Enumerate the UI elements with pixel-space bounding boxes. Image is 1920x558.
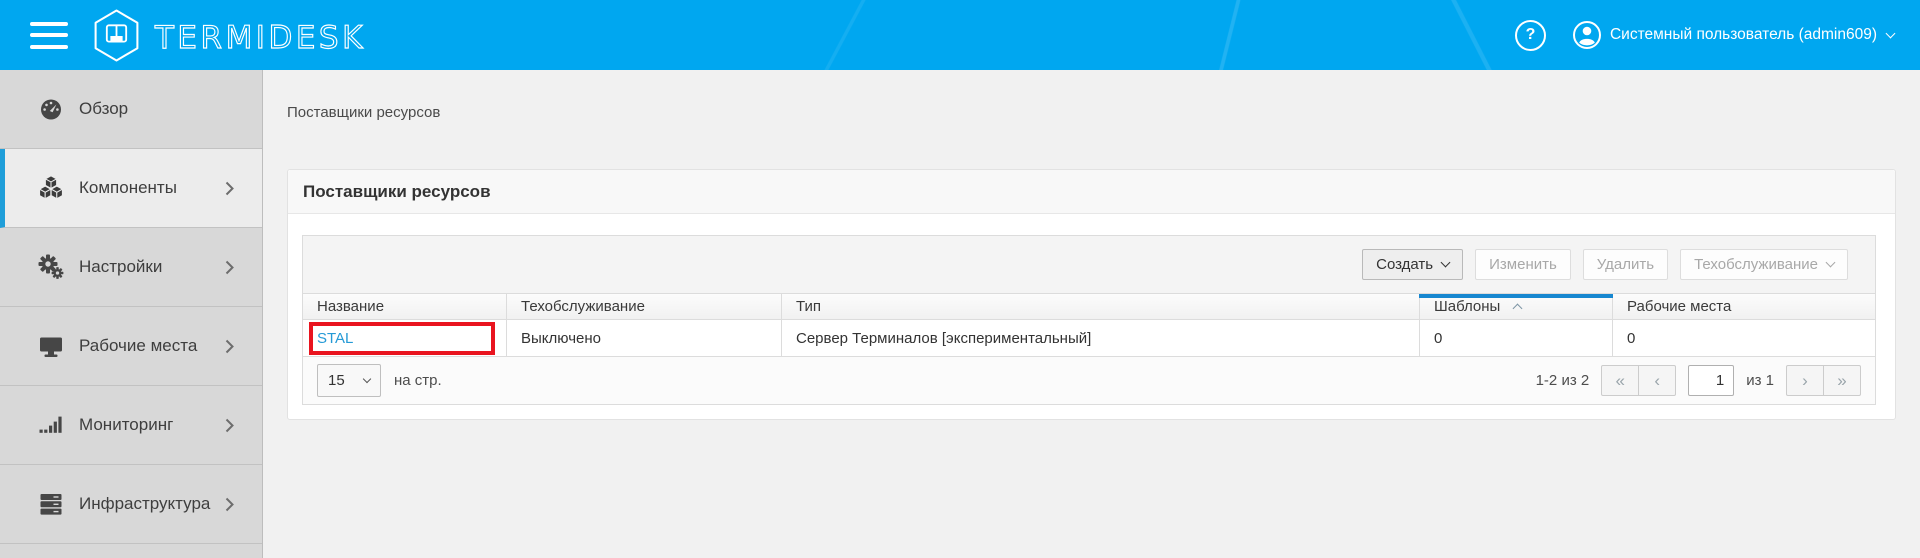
- gears-icon: [37, 254, 64, 280]
- cell-templates: 0: [1420, 320, 1613, 357]
- chevron-right-icon: [225, 181, 234, 196]
- chevron-down-icon: [1886, 28, 1896, 38]
- per-page-label: на стр.: [394, 372, 442, 389]
- menu-icon[interactable]: [30, 22, 68, 49]
- chevron-right-icon: [225, 339, 234, 354]
- help-glyph: ?: [1526, 26, 1536, 44]
- main-content: Поставщики ресурсов Поставщики ресурсов …: [263, 70, 1920, 558]
- panel-body: Создать Изменить Удалить Техобслуживание: [288, 214, 1895, 420]
- dashboard-icon: [37, 96, 64, 122]
- chevron-down-icon: [1441, 258, 1451, 268]
- svg-text:TERMIDESK: TERMIDESK: [154, 20, 366, 56]
- chevron-right-icon: [225, 497, 234, 512]
- sidebar-item-workplaces[interactable]: Рабочие места: [0, 307, 262, 386]
- maintenance-button: Техобслуживание: [1680, 249, 1848, 280]
- page-size-select[interactable]: 15: [317, 364, 381, 397]
- user-menu[interactable]: Системный пользователь (admin609): [1572, 20, 1894, 50]
- termidesk-logo-icon: [93, 9, 140, 62]
- sidebar-item-label: Компоненты: [79, 178, 177, 198]
- signal-bars-icon: [37, 412, 64, 438]
- help-icon[interactable]: ?: [1515, 20, 1546, 51]
- page-size-value: 15: [328, 372, 345, 389]
- sidebar-item-label: Рабочие места: [79, 336, 197, 356]
- first-page-button[interactable]: «: [1601, 365, 1639, 396]
- chevron-right-icon: [225, 418, 234, 433]
- grid-toolbar: Создать Изменить Удалить Техобслуживание: [303, 236, 1875, 294]
- pagination-bar: 15 на стр. 1-2 из 2 « ‹ из 1: [303, 357, 1875, 404]
- servers-icon: [37, 491, 64, 517]
- panel-title: Поставщики ресурсов: [303, 182, 491, 202]
- sidebar-item-settings[interactable]: Настройки: [0, 228, 262, 307]
- resource-providers-panel: Поставщики ресурсов Создать Изменить Уда…: [287, 169, 1896, 420]
- column-header-label: Шаблоны: [1434, 298, 1500, 315]
- table-header-row: Название Техобслуживание Тип Шаблоны Раб…: [303, 294, 1875, 320]
- column-header-name[interactable]: Название: [303, 294, 507, 320]
- top-header: TERMIDESK ? Системный пользователь (admi…: [0, 0, 1920, 70]
- cubes-icon: [37, 175, 64, 201]
- grid-container: Создать Изменить Удалить Техобслуживание: [302, 235, 1876, 405]
- sort-active-indicator: [1419, 294, 1613, 298]
- chevron-right-icon: [225, 260, 234, 275]
- edit-button-label: Изменить: [1489, 256, 1557, 273]
- sidebar-item-monitoring[interactable]: Мониторинг: [0, 386, 262, 465]
- sidebar-item-label: Инфраструктура: [79, 494, 210, 514]
- next-page-button[interactable]: ›: [1786, 365, 1824, 396]
- cell-workplaces: 0: [1613, 320, 1875, 357]
- table-row[interactable]: STAL Выключено Сервер Терминалов [экспер…: [303, 320, 1875, 357]
- chevron-down-icon: [1826, 258, 1836, 268]
- range-label: 1-2 из 2: [1536, 372, 1590, 389]
- edit-button: Изменить: [1475, 249, 1571, 280]
- column-header-templates[interactable]: Шаблоны: [1420, 294, 1613, 320]
- sidebar-item-label: Обзор: [79, 99, 128, 119]
- user-label: Системный пользователь (admin609): [1610, 26, 1877, 44]
- brand-logo-text: TERMIDESK: [153, 15, 423, 59]
- chevron-down-icon: [363, 375, 371, 383]
- cell-type: Сервер Терминалов [экспериментальный]: [782, 320, 1420, 357]
- maintenance-button-label: Техобслуживание: [1694, 256, 1818, 273]
- page-input[interactable]: [1688, 365, 1734, 396]
- prev-page-button[interactable]: ‹: [1638, 365, 1676, 396]
- resource-providers-table: Название Техобслуживание Тип Шаблоны Раб…: [303, 294, 1875, 357]
- of-pages-label: из 1: [1746, 372, 1774, 389]
- column-header-workplaces[interactable]: Рабочие места: [1613, 294, 1875, 320]
- sidebar-item-overview[interactable]: Обзор: [0, 70, 262, 149]
- sidebar-item-label: Мониторинг: [79, 415, 173, 435]
- delete-button: Удалить: [1583, 249, 1668, 280]
- create-button[interactable]: Создать: [1362, 249, 1463, 280]
- provider-link[interactable]: STAL: [317, 330, 353, 347]
- delete-button-label: Удалить: [1597, 256, 1654, 273]
- column-header-maintenance[interactable]: Техобслуживание: [507, 294, 782, 320]
- panel-header: Поставщики ресурсов: [288, 170, 1895, 214]
- sidebar-item-label: Настройки: [79, 257, 162, 277]
- sidebar-item-infrastructure[interactable]: Инфраструктура: [0, 465, 262, 544]
- sort-asc-icon: [1512, 304, 1522, 314]
- cell-maintenance: Выключено: [507, 320, 782, 357]
- breadcrumb: Поставщики ресурсов: [287, 104, 440, 121]
- column-header-type[interactable]: Тип: [782, 294, 1420, 320]
- sidebar: Обзор Компоненты: [0, 70, 263, 558]
- user-avatar-icon: [1572, 20, 1602, 50]
- create-button-label: Создать: [1376, 256, 1433, 273]
- sidebar-item-components[interactable]: Компоненты: [0, 149, 262, 228]
- cell-name: STAL: [303, 320, 507, 357]
- last-page-button[interactable]: »: [1823, 365, 1861, 396]
- monitor-icon: [37, 333, 64, 359]
